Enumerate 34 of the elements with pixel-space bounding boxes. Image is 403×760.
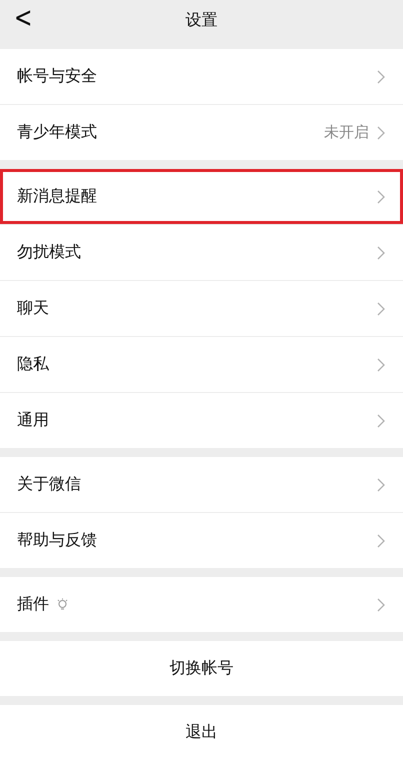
settings-row[interactable]: 关于微信 (0, 457, 403, 512)
settings-row[interactable]: 新消息提醒 (0, 169, 403, 224)
row-label: 新消息提醒 (17, 186, 97, 207)
chevron-icon (377, 246, 385, 260)
row-label: 青少年模式 (17, 122, 97, 143)
row-value: 未开启 (324, 123, 369, 142)
settings-row[interactable]: 帐号与安全 (0, 49, 403, 104)
back-button[interactable]: < (8, 0, 38, 38)
row-label: 勿扰模式 (17, 242, 81, 263)
settings-row[interactable]: 聊天 (0, 280, 403, 336)
row-label: 聊天 (17, 298, 49, 319)
chevron-icon (377, 190, 385, 204)
chevron-icon (377, 70, 385, 84)
row-label: 隐私 (17, 354, 49, 375)
row-label: 关于微信 (17, 474, 81, 495)
settings-row[interactable]: 插件 (0, 577, 403, 632)
settings-row[interactable]: 青少年模式 未开启 (0, 104, 403, 160)
row-label: 帮助与反馈 (17, 530, 97, 551)
lightbulb-icon (57, 598, 68, 611)
chevron-icon (377, 534, 385, 548)
settings-row[interactable]: 帮助与反馈 (0, 512, 403, 568)
row-label: 帐号与安全 (17, 66, 97, 87)
chevron-icon (377, 126, 385, 140)
chevron-icon (377, 598, 385, 612)
settings-row[interactable]: 隐私 (0, 336, 403, 392)
page-title: 设置 (186, 10, 218, 30)
chevron-icon (377, 358, 385, 372)
row-label: 插件 (17, 594, 49, 615)
row-label: 通用 (17, 410, 49, 431)
chevron-icon (377, 414, 385, 428)
settings-row[interactable]: 通用 (0, 392, 403, 448)
chevron-icon (377, 478, 385, 492)
settings-row[interactable]: 勿扰模式 (0, 224, 403, 280)
chevron-icon (377, 302, 385, 316)
